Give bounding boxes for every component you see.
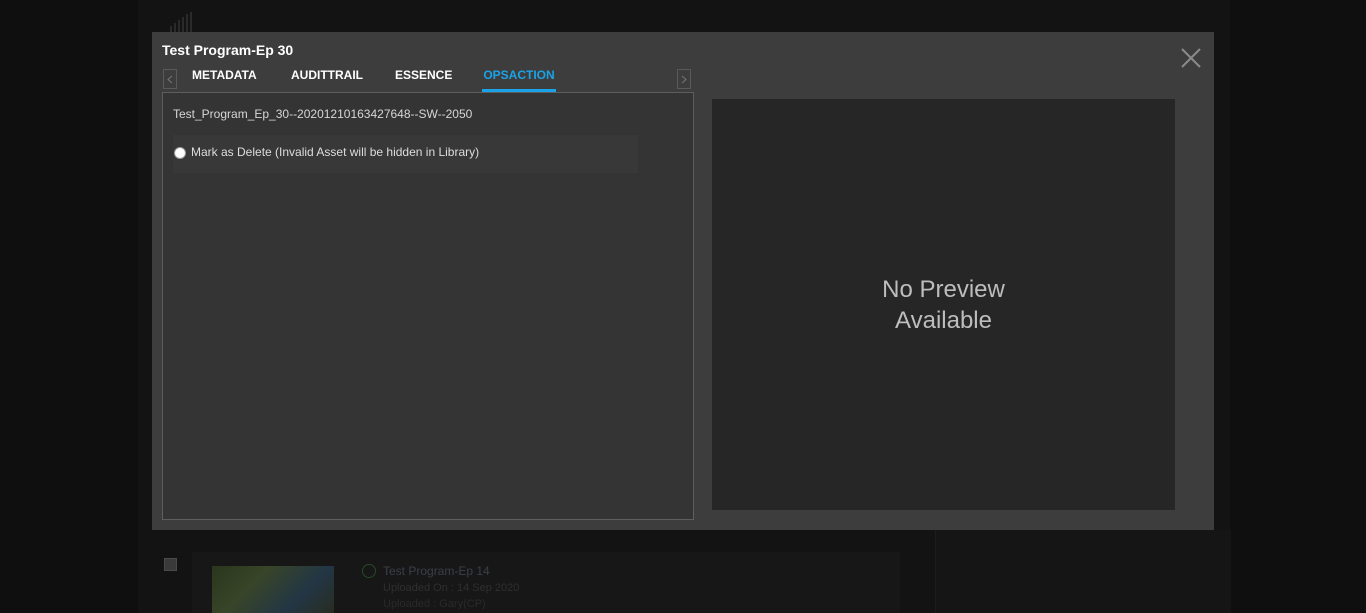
background-status-icon: [362, 564, 376, 578]
tab-scroll-right-button[interactable]: [677, 69, 691, 89]
opsaction-panel: Test_Program_Ep_30--20201210163427648--S…: [162, 92, 694, 520]
background-asset-user: Uploaded : Gary(CP): [383, 598, 486, 610]
modal-title: Test Program-Ep 30: [162, 42, 294, 58]
no-preview-line-1: No Preview: [882, 276, 1005, 303]
no-preview-message: No Preview Available: [712, 274, 1175, 336]
preview-pane: No Preview Available: [712, 99, 1175, 510]
close-icon: [1181, 48, 1201, 68]
background-right-panel: [935, 530, 1231, 613]
app-root: Test Program-Ep 14 Uploaded On : 14 Sep …: [0, 0, 1366, 613]
close-button[interactable]: [1178, 45, 1204, 71]
chevron-left-icon: [167, 75, 173, 83]
asset-details-modal: Test Program-Ep 30 METADATA AUDITTRAIL E…: [152, 32, 1214, 530]
background-checkbox: [164, 558, 177, 571]
tab-opsaction[interactable]: OPSACTION: [482, 66, 556, 92]
tab-scroll-left-button[interactable]: [163, 69, 177, 89]
chevron-right-icon: [681, 75, 687, 83]
background-asset-uploaded: Uploaded On : 14 Sep 2020: [383, 582, 520, 594]
no-preview-line-2: Available: [895, 307, 992, 334]
tab-audittrail[interactable]: AUDITTRAIL: [291, 66, 363, 92]
mark-as-delete-label[interactable]: Mark as Delete (Invalid Asset will be hi…: [191, 145, 479, 159]
background-asset-thumbnail: [212, 566, 334, 613]
tab-essence[interactable]: ESSENCE: [395, 66, 452, 92]
mark-as-delete-option[interactable]: Mark as Delete (Invalid Asset will be hi…: [173, 135, 638, 173]
mark-as-delete-radio[interactable]: [174, 147, 186, 159]
asset-id: Test_Program_Ep_30--20201210163427648--S…: [173, 107, 473, 121]
tab-metadata[interactable]: METADATA: [192, 66, 257, 92]
background-asset-title: Test Program-Ep 14: [383, 564, 490, 578]
background-logo-icon: [170, 12, 200, 32]
